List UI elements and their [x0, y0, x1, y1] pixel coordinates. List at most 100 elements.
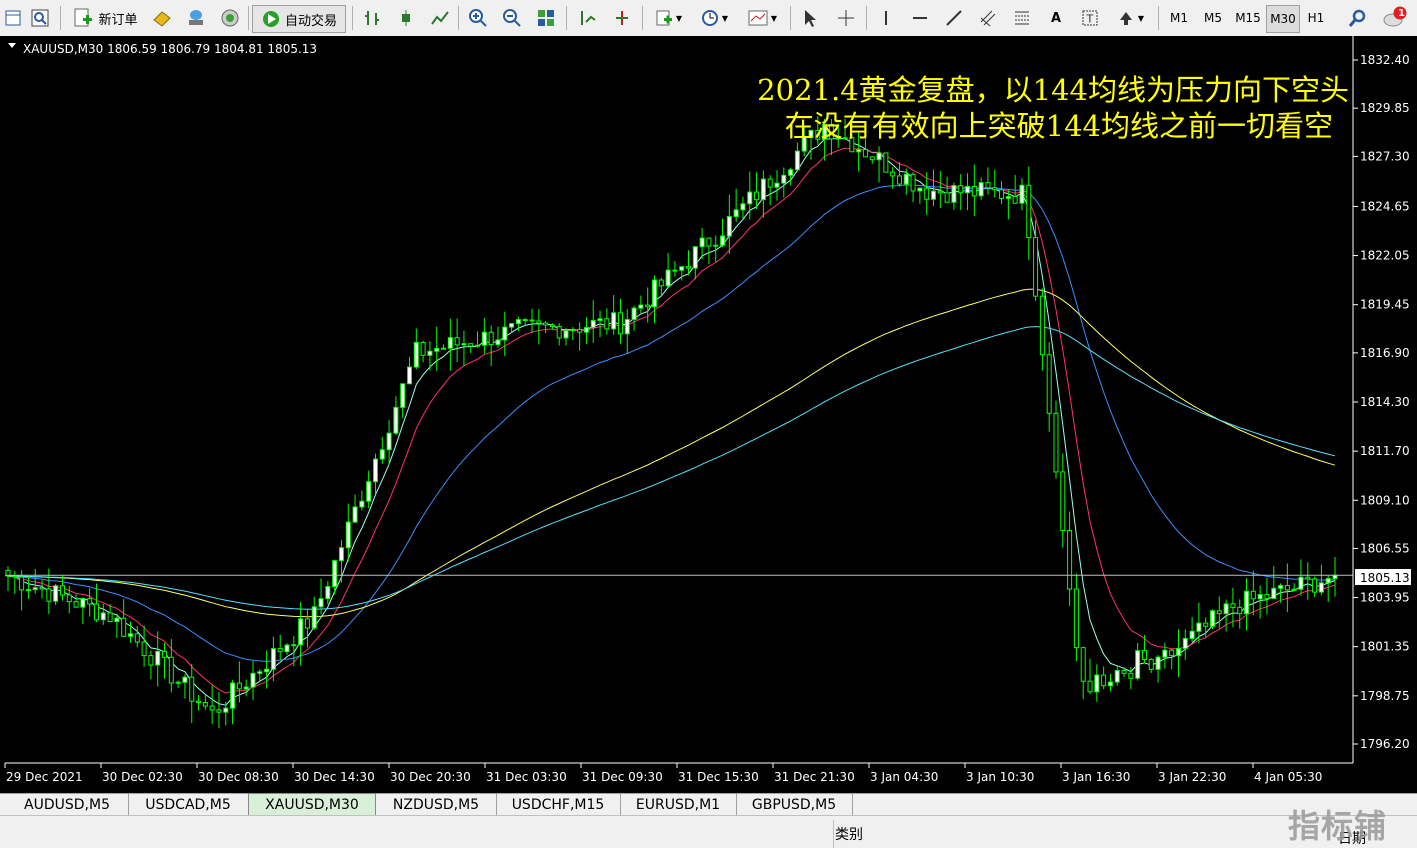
- zoom-window-icon[interactable]: [28, 5, 52, 31]
- candle: [216, 691, 222, 729]
- candle: [794, 142, 800, 172]
- channel-icon[interactable]: [976, 5, 1000, 31]
- timeframe-m5[interactable]: M5: [1198, 5, 1228, 31]
- candle-body: [1196, 622, 1202, 632]
- tile-windows-icon[interactable]: [534, 5, 558, 31]
- trendline-icon[interactable]: [942, 5, 966, 31]
- bar-chart-icon[interactable]: [360, 5, 384, 31]
- candle: [1060, 453, 1066, 548]
- tab-gbpusd-m5[interactable]: GBPUSD,M5: [736, 794, 853, 815]
- candle-body: [1087, 680, 1093, 693]
- templates-dropdown[interactable]: ▼: [742, 5, 782, 31]
- arrows-dropdown[interactable]: ▼: [1112, 5, 1148, 31]
- candle: [175, 680, 181, 688]
- chart-shift-icon[interactable]: [576, 5, 600, 31]
- new-order-label: 新订单: [98, 12, 138, 28]
- cursor-icon[interactable]: [798, 5, 822, 31]
- symbol-dropdown-triangle-icon[interactable]: [8, 43, 16, 48]
- time-tick-label: 31 Dec 21:30: [774, 770, 855, 784]
- candle-body: [611, 312, 617, 330]
- candle: [189, 663, 195, 724]
- chevron-down-icon: ▼: [770, 13, 778, 23]
- data-window-icon[interactable]: [184, 5, 208, 31]
- price-tick-label: 1809.10: [1360, 493, 1410, 507]
- candle-body: [39, 587, 45, 590]
- zoom-in-icon[interactable]: [466, 5, 490, 31]
- price-chart[interactable]: 1832.40 1829.85 1827.30 1824.65 1822.05 1819.…: [0, 36, 1417, 793]
- autoscroll-icon[interactable]: [610, 5, 634, 31]
- candle-body: [1039, 295, 1045, 356]
- timeframe-m15[interactable]: M15: [1232, 5, 1264, 31]
- candle-body: [1114, 670, 1120, 683]
- timeframe-m1[interactable]: M1: [1164, 5, 1194, 31]
- candle: [359, 490, 365, 511]
- candle-body: [515, 319, 521, 325]
- candle-body: [481, 331, 487, 346]
- chevron-down-icon: ▼: [1137, 13, 1145, 23]
- text-label-icon[interactable]: T: [1078, 5, 1102, 31]
- fibonacci-icon[interactable]: [1010, 5, 1034, 31]
- column-header-category[interactable]: 类别: [835, 824, 863, 844]
- candle-body: [495, 339, 501, 346]
- candle: [1257, 585, 1263, 619]
- candle-body: [291, 644, 297, 647]
- new-order-button[interactable]: 新订单: [66, 5, 144, 31]
- notifications-button[interactable]: 1: [1380, 5, 1410, 31]
- candle-body: [1046, 354, 1052, 414]
- candle-body: [216, 709, 222, 713]
- candle-body: [12, 575, 18, 578]
- candlestick-icon[interactable]: [394, 5, 418, 31]
- zoom-out-icon[interactable]: [500, 5, 524, 31]
- candle-body: [413, 342, 419, 368]
- price-tick-label: 1829.85: [1360, 101, 1410, 115]
- candle: [1250, 570, 1256, 616]
- candle: [529, 308, 535, 334]
- candle: [325, 580, 331, 605]
- candle: [624, 309, 630, 354]
- candle-body: [1203, 622, 1209, 627]
- timeframe-h1[interactable]: H1: [1302, 5, 1330, 31]
- candle-body: [1121, 670, 1127, 674]
- chart-window-icon[interactable]: [2, 5, 24, 31]
- line-chart-icon[interactable]: [428, 5, 452, 31]
- candle: [264, 650, 270, 689]
- candle: [230, 680, 236, 725]
- chart-window[interactable]: 1832.40 1829.85 1827.30 1824.65 1822.05 1819.…: [0, 36, 1417, 793]
- candle-body: [720, 235, 726, 246]
- candle-body: [862, 149, 868, 158]
- tab-xauusd-m30[interactable]: XAUUSD,M30: [248, 793, 376, 816]
- auto-trading-button[interactable]: 自动交易: [252, 5, 346, 33]
- tab-usdchf-m15[interactable]: USDCHF,M15: [496, 794, 621, 815]
- tab-usdcad-m5[interactable]: USDCAD,M5: [128, 794, 249, 815]
- tab-eurusd-m1[interactable]: EURUSD,M1: [620, 794, 737, 815]
- new-order-icon: [74, 8, 93, 27]
- time-tick-label: 3 Jan 16:30: [1062, 770, 1130, 784]
- tab-audusd-m5[interactable]: AUDUSD,M5: [6, 794, 129, 815]
- search-icon[interactable]: [1346, 5, 1370, 31]
- navigator-icon[interactable]: [218, 5, 242, 31]
- candle-body: [549, 324, 555, 327]
- candle-body: [393, 406, 399, 434]
- candle: [162, 642, 168, 679]
- candle: [604, 308, 610, 335]
- time-tick-label: 31 Dec 15:30: [678, 770, 759, 784]
- text-icon[interactable]: A: [1044, 5, 1068, 31]
- timeframe-m30[interactable]: M30: [1266, 5, 1300, 33]
- vertical-line-icon[interactable]: [874, 5, 898, 31]
- candle-body: [999, 189, 1005, 199]
- crosshair-icon[interactable]: [834, 5, 858, 31]
- tab-nzdusd-m5[interactable]: NZDUSD,M5: [376, 794, 497, 815]
- market-watch-icon[interactable]: [150, 5, 174, 31]
- periods-dropdown[interactable]: ▼: [696, 5, 732, 31]
- price-tick-label: 1798.75: [1360, 689, 1410, 703]
- candle-body: [345, 521, 351, 549]
- candle-body: [284, 644, 290, 653]
- candle-body: [80, 598, 86, 608]
- candle: [134, 625, 140, 648]
- indicators-dropdown[interactable]: ▼: [650, 5, 686, 31]
- candle-body: [1026, 184, 1032, 239]
- candle: [1107, 673, 1113, 692]
- chart-tabs-bar: AUDUSD,M5 USDCAD,M5 XAUUSD,M30 NZDUSD,M5…: [0, 793, 1417, 816]
- horizontal-line-icon[interactable]: [908, 5, 932, 31]
- candle-body: [624, 319, 630, 335]
